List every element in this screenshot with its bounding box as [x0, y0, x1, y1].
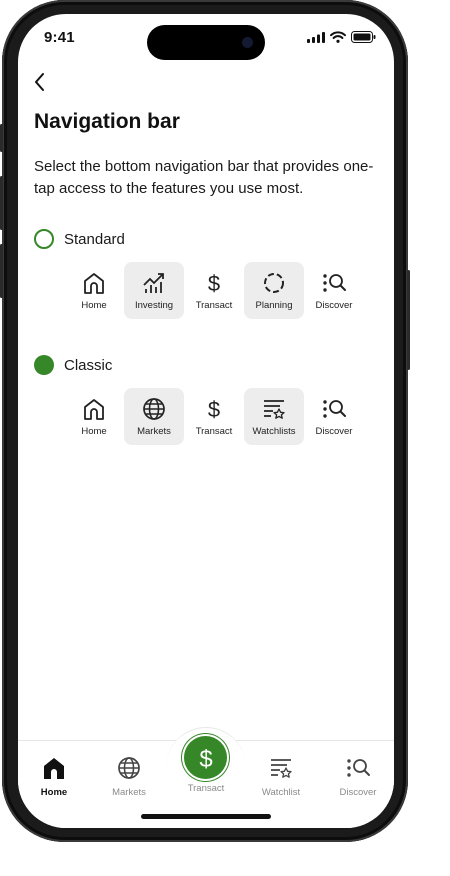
tab-discover[interactable]: Discover [328, 755, 388, 798]
preview-item-transact: $ Transact [195, 397, 233, 437]
tab-home[interactable]: Home [24, 755, 84, 798]
battery-icon [351, 31, 376, 43]
volume-down-button [0, 244, 3, 298]
watchlist-icon [264, 400, 285, 419]
option-label: Classic [64, 356, 113, 374]
preview-item-watchlists: Watchlists [244, 388, 304, 445]
option-classic[interactable]: Classic [34, 355, 112, 375]
home-indicator [141, 814, 271, 819]
camera-icon [242, 37, 253, 48]
globe-icon [118, 757, 140, 779]
svg-text:$: $ [199, 746, 212, 772]
screen: 9:41 Navigation bar Select the bottom na… [18, 14, 394, 828]
page-description: Select the bottom navigation bar that pr… [34, 158, 374, 197]
preview-item-home: Home [64, 388, 124, 445]
home-icon [84, 399, 104, 420]
discover-icon [323, 274, 346, 292]
tab-markets[interactable]: Markets [99, 755, 159, 798]
volume-up-button [0, 176, 3, 230]
watchlist-icon [271, 759, 292, 778]
svg-text:$: $ [208, 397, 220, 422]
phone-frame: 9:41 Navigation bar Select the bottom na… [0, 0, 410, 842]
preview-item-transact: $ Transact [195, 271, 233, 311]
silent-switch [0, 124, 3, 152]
radio-classic[interactable] [34, 355, 54, 375]
classic-nav-preview: Home Markets $ Transact Watchlists Disco… [64, 388, 364, 445]
option-standard[interactable]: Standard [34, 229, 125, 249]
transact-circle-button[interactable]: $ [184, 736, 227, 779]
back-chevron-icon[interactable] [28, 70, 52, 94]
preview-item-markets: Markets [124, 388, 184, 445]
planning-icon [264, 273, 284, 293]
tab-watchlist[interactable]: Watchlist [251, 755, 311, 798]
option-label: Standard [64, 230, 125, 248]
preview-item-home: Home [64, 262, 124, 319]
preview-item-investing: Investing [124, 262, 184, 319]
signal-icon [307, 31, 325, 43]
tab-transact[interactable]: Transact [176, 783, 236, 794]
discover-icon [323, 400, 346, 418]
investing-icon [143, 273, 164, 293]
dynamic-island [147, 25, 265, 60]
svg-text:$: $ [208, 271, 220, 296]
home-icon [84, 273, 104, 294]
globe-icon [143, 398, 165, 420]
dollar-icon: $ [208, 271, 220, 296]
dollar-icon: $ [208, 397, 220, 422]
power-button [407, 270, 410, 370]
wifi-icon [330, 31, 346, 43]
bottom-tab-bar: Home Markets $ Transact Watchlist Discov… [18, 727, 394, 828]
standard-nav-preview: Home Investing $ Transact Planning Disco… [64, 262, 364, 319]
preview-item-discover: Discover [304, 262, 364, 319]
dollar-circle-icon: $ [199, 746, 212, 772]
radio-standard[interactable] [34, 229, 54, 249]
home-filled-icon [44, 758, 64, 779]
discover-icon [347, 759, 370, 777]
status-time: 9:41 [44, 29, 75, 46]
preview-item-discover: Discover [304, 388, 364, 445]
status-bar: 9:41 [18, 14, 394, 60]
status-icons [307, 31, 376, 43]
page-title: Navigation bar [34, 110, 180, 133]
preview-item-planning: Planning [244, 262, 304, 319]
